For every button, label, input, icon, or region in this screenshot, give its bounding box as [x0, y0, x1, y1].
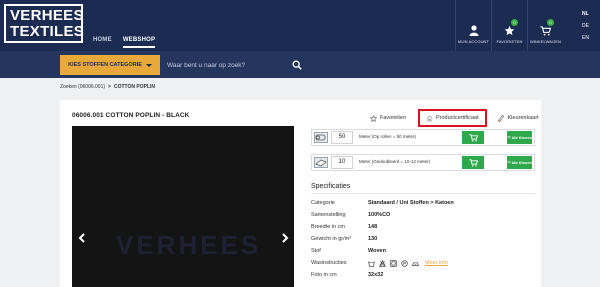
category-dropdown[interactable]: KIES STOFFEN CATEGORIE — [60, 55, 160, 75]
all-colors-label: Alle Kleuren — [511, 135, 532, 140]
all-colors-label: Alle Kleuren — [511, 160, 532, 165]
lang-nl[interactable]: NL — [582, 11, 589, 17]
product-title: 06006.001 COTTON POPLIN - BLACK — [72, 112, 190, 119]
spec-value: 148 — [368, 224, 378, 230]
star-icon — [504, 25, 515, 36]
nav-home[interactable]: HOME — [93, 37, 112, 48]
all-colors-button-roll[interactable]: Alle Kleuren — [507, 131, 532, 144]
chevron-right-icon — [281, 233, 288, 243]
account-label: MIJN ACCOUNT — [457, 39, 490, 44]
product-actions: Favorieten Productcertificaat Kleurenkaa… — [370, 109, 539, 127]
spec-key: Samenstelling — [311, 212, 346, 218]
spec-key: Breedte in cm — [311, 224, 345, 230]
product-image: VERHEES — [72, 126, 294, 287]
spec-value: 100%CO — [368, 212, 391, 218]
breadcrumb-search[interactable]: Zoeken (06006.001) — [60, 84, 105, 90]
cart-icon — [469, 158, 478, 167]
spec-row: Stof Woven — [311, 245, 454, 257]
logo[interactable]: VERHEES TEXTILES — [4, 4, 85, 43]
language-switcher: NL DE EN — [582, 11, 589, 41]
add-to-cart-button-folded[interactable] — [462, 156, 484, 169]
tumble-dry-icon — [390, 259, 397, 267]
spec-value: Woven — [368, 248, 386, 254]
spec-key: Wasinstructies — [311, 260, 347, 266]
lang-en[interactable]: EN — [582, 35, 589, 41]
breadcrumb-separator: > — [108, 84, 111, 90]
certificate-icon — [427, 115, 432, 122]
logo-line2: TEXTILES — [10, 23, 85, 40]
all-colors-button-folded[interactable]: Alle Kleuren — [507, 156, 532, 169]
spec-row: Gewicht in gr/m² 130 — [311, 233, 454, 245]
more-info-link[interactable]: Meer info — [425, 260, 448, 266]
order-row-folded: 10 Meter (Gedoubleerd = 10-12 meter) All… — [311, 154, 535, 171]
colorcard-link[interactable]: Kleurenkaart — [497, 111, 539, 125]
favorites-link-label: Favorieten — [380, 115, 406, 121]
add-to-cart-button-roll[interactable] — [462, 131, 484, 144]
no-bleach-icon — [379, 259, 386, 267]
spec-key: Categorie — [311, 200, 335, 206]
quantity-input-folded[interactable]: 10 — [331, 156, 353, 169]
star-outline-icon — [370, 114, 377, 122]
quantity-input-roll[interactable]: 50 — [331, 131, 353, 144]
spec-key: Stof — [311, 248, 321, 254]
spec-divider — [311, 193, 535, 194]
professional-clean-icon — [401, 259, 408, 267]
logo-line1: VERHEES — [10, 7, 84, 24]
nav-webshop[interactable]: WEBSHOP — [122, 37, 156, 48]
category-label: KIES STOFFEN CATEGORIE — [68, 62, 142, 68]
top-bar: VERHEES TEXTILES HOME WEBSHOP MIJN ACCOU… — [0, 0, 600, 51]
favorites-badge: 0 — [511, 19, 518, 26]
colorcard-link-label: Kleurenkaart — [507, 115, 539, 121]
spec-key: Foto in cm — [311, 272, 337, 278]
favorites-label: FAVORIETEN — [496, 39, 523, 44]
cart-button[interactable]: 0 WINKELWAGEN — [527, 0, 563, 51]
breadcrumb: Zoeken (06006.001) > COTTON POPLIN — [60, 84, 155, 90]
color-card-icon — [497, 114, 504, 122]
user-icon — [469, 25, 478, 36]
cart-label: WINKELWAGEN — [529, 39, 562, 44]
cart-icon — [469, 133, 478, 142]
certificate-link-label: Productcertificaat — [436, 115, 479, 121]
lang-de[interactable]: DE — [582, 23, 589, 29]
header-icons: MIJN ACCOUNT 0 FAVORIETEN 0 WINKELWAGEN — [455, 0, 563, 51]
spec-row: Wasinstructies Meer info — [311, 257, 454, 269]
image-watermark: VERHEES — [116, 230, 262, 260]
prev-image-button[interactable] — [76, 231, 86, 245]
favorites-button[interactable]: 0 FAVORIETEN — [491, 0, 527, 51]
spec-heading: Specificaties — [311, 183, 351, 190]
cart-icon — [507, 135, 511, 139]
cart-icon — [507, 160, 511, 164]
favorites-link[interactable]: Favorieten — [370, 111, 406, 125]
folded-fabric-icon — [314, 157, 328, 168]
spec-value: 32x32 — [368, 272, 384, 278]
chevron-left-icon — [78, 233, 85, 243]
spec-table: Categorie Standaard / Uni Stoffen > Kato… — [311, 197, 454, 281]
unit-label-roll: Meter (Op rollen = 50 meter) — [359, 134, 416, 139]
main-nav: HOME WEBSHOP — [93, 37, 156, 48]
order-row-roll: 50 Meter (Op rollen = 50 meter) Alle Kle… — [311, 129, 535, 146]
wash-instructions: Meer info — [368, 259, 448, 267]
spec-row: Foto in cm 32x32 — [311, 269, 454, 281]
spec-row: Breedte in cm 148 — [311, 221, 454, 233]
spec-key: Gewicht in gr/m² — [311, 236, 352, 242]
spec-value: 130 — [368, 236, 378, 242]
certificate-link[interactable]: Productcertificaat — [418, 109, 487, 127]
spec-row: Categorie Standaard / Uni Stoffen > Kato… — [311, 197, 454, 209]
caret-down-icon — [145, 63, 152, 67]
search-input[interactable] — [161, 55, 286, 75]
breadcrumb-current: COTTON POPLIN — [113, 84, 155, 90]
iron-icon — [412, 261, 419, 266]
spec-value: Standaard / Uni Stoffen > Katoen — [368, 200, 454, 206]
search-button[interactable] — [286, 55, 308, 75]
cart-icon — [540, 26, 551, 36]
unit-label-folded: Meter (Gedoubleerd = 10-12 meter) — [359, 159, 431, 164]
search-bar: KIES STOFFEN CATEGORIE — [0, 51, 600, 78]
spec-row: Samenstelling 100%CO — [311, 209, 454, 221]
next-image-button[interactable] — [280, 231, 290, 245]
search-icon — [292, 60, 302, 70]
account-button[interactable]: MIJN ACCOUNT — [455, 0, 491, 51]
cart-badge: 0 — [547, 19, 554, 26]
roll-icon — [314, 132, 328, 143]
wash-tub-icon — [368, 260, 375, 267]
